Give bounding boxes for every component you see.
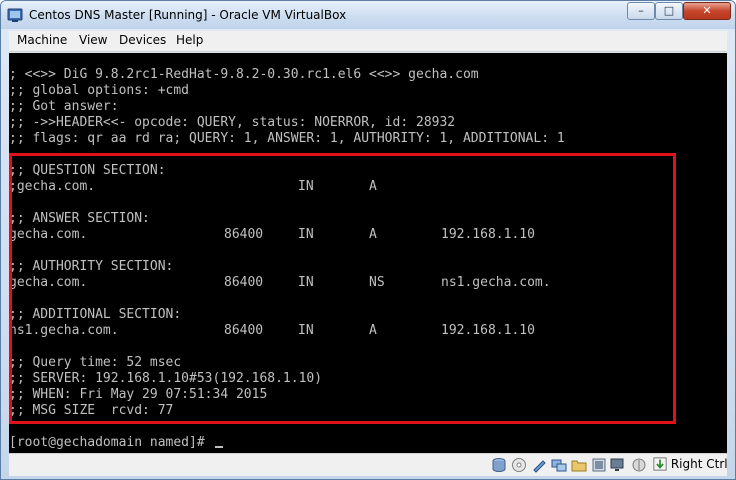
down-arrow-icon [653, 457, 667, 471]
console-line: ;; flags: qr aa rd ra; QUERY: 1, ANSWER:… [9, 131, 565, 146]
host-key-indicator[interactable]: Right Ctrl [653, 457, 728, 471]
text-cursor [214, 446, 223, 448]
console-line: ;; global options: +cmd [9, 83, 190, 98]
console-line: ;; Got answer: [9, 99, 119, 114]
console-line: ;; ->>HEADER<<- opcode: QUERY, status: N… [9, 115, 456, 130]
title-bar[interactable]: Centos DNS Master [Running] - Oracle VM … [1, 1, 735, 29]
menu-help[interactable]: Help [176, 33, 203, 47]
window-title: Centos DNS Master [Running] - Oracle VM … [29, 8, 347, 22]
console-line: ; <<>> DiG 9.8.2rc1-RedHat-9.8.2-0.30.rc… [9, 67, 479, 82]
menu-devices[interactable]: Devices [119, 33, 166, 47]
mouse-integration-icon[interactable] [631, 457, 647, 473]
highlight-box [9, 153, 676, 424]
menu-bar: Machine View Devices Help [9, 31, 727, 52]
host-key-label: Right Ctrl [670, 457, 728, 471]
shared-folder-icon[interactable] [571, 457, 587, 473]
shell-prompt: [root@gechadomain named]# [9, 435, 213, 450]
display-icon[interactable] [609, 457, 625, 473]
network-icon[interactable] [551, 457, 567, 473]
close-button[interactable]: ✕ [683, 2, 731, 20]
minimize-button[interactable]: – [627, 2, 655, 20]
shell-prompt-line[interactable]: [root@gechadomain named]# [9, 435, 223, 451]
hard-disk-icon[interactable] [491, 457, 507, 473]
virtualbox-window: Centos DNS Master [Running] - Oracle VM … [0, 0, 736, 480]
usb-icon[interactable] [531, 457, 547, 473]
status-bar: Right Ctrl [9, 453, 728, 476]
video-capture-icon[interactable] [591, 457, 607, 473]
menu-machine[interactable]: Machine [17, 33, 67, 47]
vm-console-screen[interactable]: ; <<>> DiG 9.8.2rc1-RedHat-9.8.2-0.30.rc… [9, 53, 727, 453]
menu-view[interactable]: View [79, 33, 107, 47]
maximize-button[interactable]: □ [655, 2, 683, 20]
optical-drive-icon[interactable] [511, 457, 527, 473]
virtualbox-app-icon [7, 8, 23, 22]
